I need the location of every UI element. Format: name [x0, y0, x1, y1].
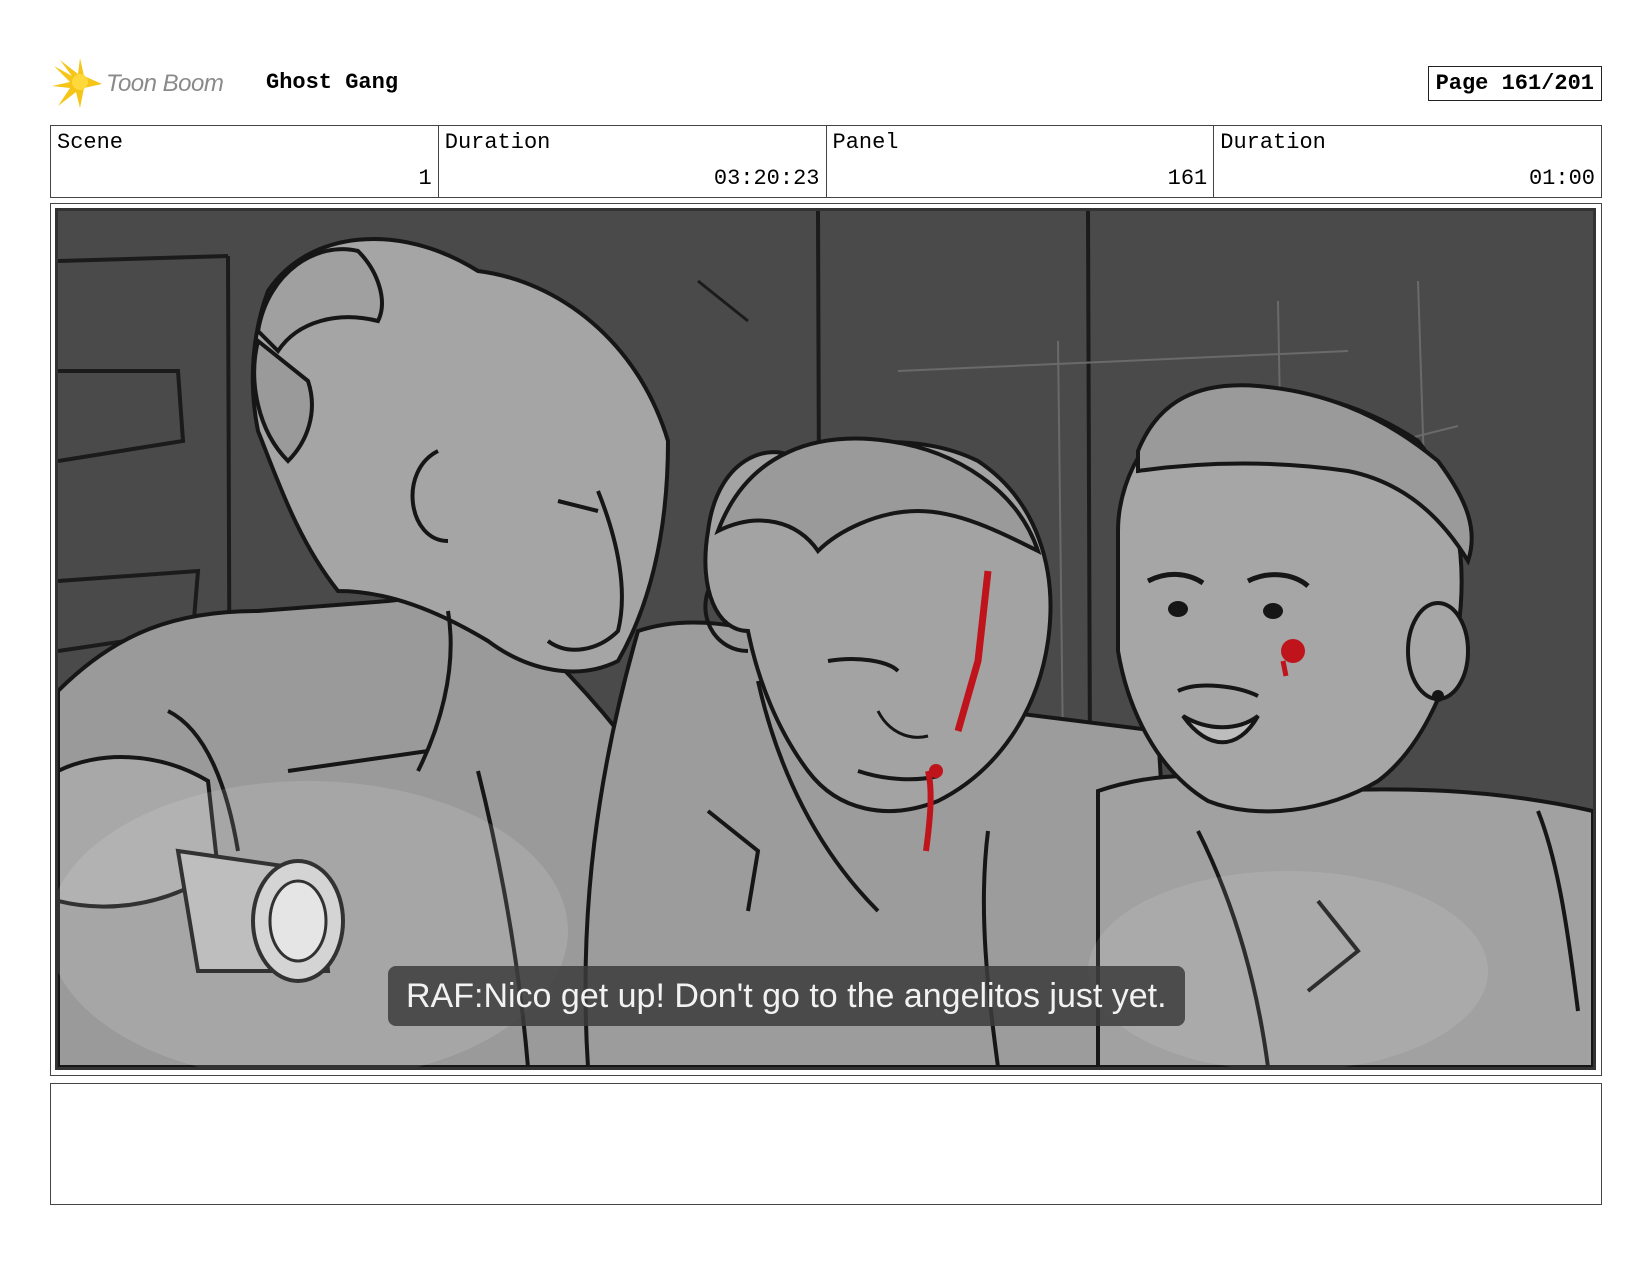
scene-info-table: Scene 1 Duration 03:20:23 Panel 161 Dura…	[50, 125, 1602, 198]
panel-duration-value: 01:00	[1528, 166, 1595, 191]
dialogue-subtitle: RAF:Nico get up! Don't go to the angelit…	[388, 966, 1185, 1026]
panel-notes-box	[50, 1083, 1602, 1205]
panel-label: Panel	[832, 130, 899, 155]
scene-cell: Scene 1	[51, 126, 439, 197]
panel-value: 161	[1167, 166, 1208, 191]
sketch-artwork	[58, 211, 1593, 1067]
panel-cell: Panel 161	[827, 126, 1215, 197]
scene-label: Scene	[57, 130, 124, 155]
storyboard-header: Toon Boom Ghost Gang Page 161/201	[50, 56, 1602, 116]
panel-frame: RAF:Nico get up! Don't go to the angelit…	[50, 203, 1602, 1076]
project-title: Ghost Gang	[266, 70, 399, 95]
scene-duration-cell: Duration 03:20:23	[439, 126, 827, 197]
toon-boom-logo: Toon Boom	[50, 58, 250, 110]
panel-duration-label: Duration	[1220, 130, 1326, 155]
panel-duration-cell: Duration 01:00	[1214, 126, 1601, 197]
starburst-icon	[52, 58, 102, 108]
scene-duration-value: 03:20:23	[713, 166, 820, 191]
page-indicator: Page 161/201	[1427, 66, 1602, 101]
storyboard-drawing: RAF:Nico get up! Don't go to the angelit…	[55, 208, 1596, 1070]
logo-text: Toon Boom	[106, 70, 224, 97]
scene-value: 1	[418, 166, 432, 191]
scene-duration-label: Duration	[444, 130, 551, 155]
